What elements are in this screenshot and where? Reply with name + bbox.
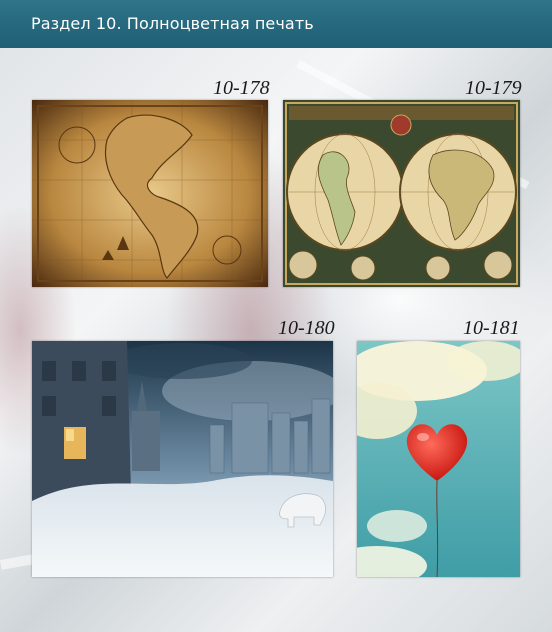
antique-world-map-image [283,100,520,287]
heart-balloon-image [357,341,520,577]
antique-map-americas-image [32,100,268,287]
section-title: Раздел 10. Полноцветная печать [31,14,314,33]
product-image-10-180[interactable] [32,341,333,577]
item-code-10-179: 10-179 [465,77,522,99]
item-code-10-181: 10-181 [463,317,520,339]
product-image-10-181[interactable] [357,341,520,577]
product-image-10-179[interactable] [283,100,520,287]
item-code-10-180: 10-180 [278,317,335,339]
item-code-10-178: 10-178 [213,77,270,99]
product-image-10-178[interactable] [32,100,268,287]
section-header: Раздел 10. Полноцветная печать [0,0,552,48]
frozen-city-image [32,341,333,577]
